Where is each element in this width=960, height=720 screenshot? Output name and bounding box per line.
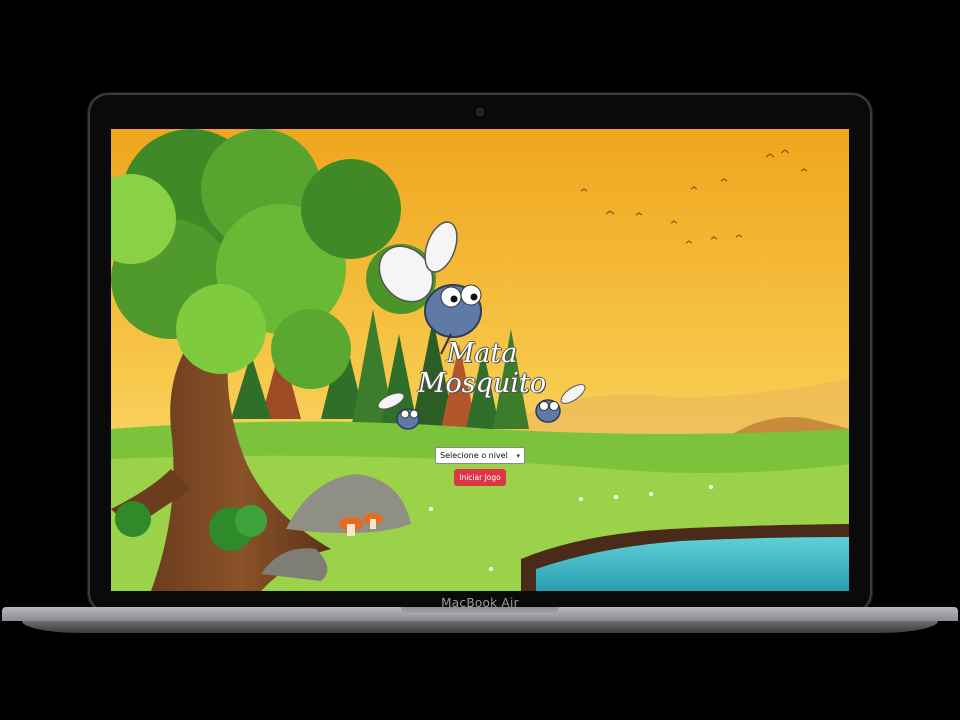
game-title: Mata Mosquito <box>397 339 567 399</box>
title-line-2: Mosquito <box>417 368 547 399</box>
start-game-button[interactable]: Iniciar Jogo <box>454 469 506 486</box>
laptop-base <box>2 607 958 637</box>
device-model-label: MacBook Air <box>441 596 519 610</box>
laptop-lip <box>22 621 938 633</box>
chevron-down-icon: ▾ <box>516 451 520 460</box>
level-select-value: Selecione o nivel <box>440 451 508 460</box>
level-select[interactable]: Selecione o nivel ▾ <box>435 447 525 464</box>
title-line-1: Mata <box>446 338 518 369</box>
game-screen: Mata Mosquito Selecione o nivel ▾ Inicia… <box>111 129 849 591</box>
camera-icon <box>477 109 483 115</box>
